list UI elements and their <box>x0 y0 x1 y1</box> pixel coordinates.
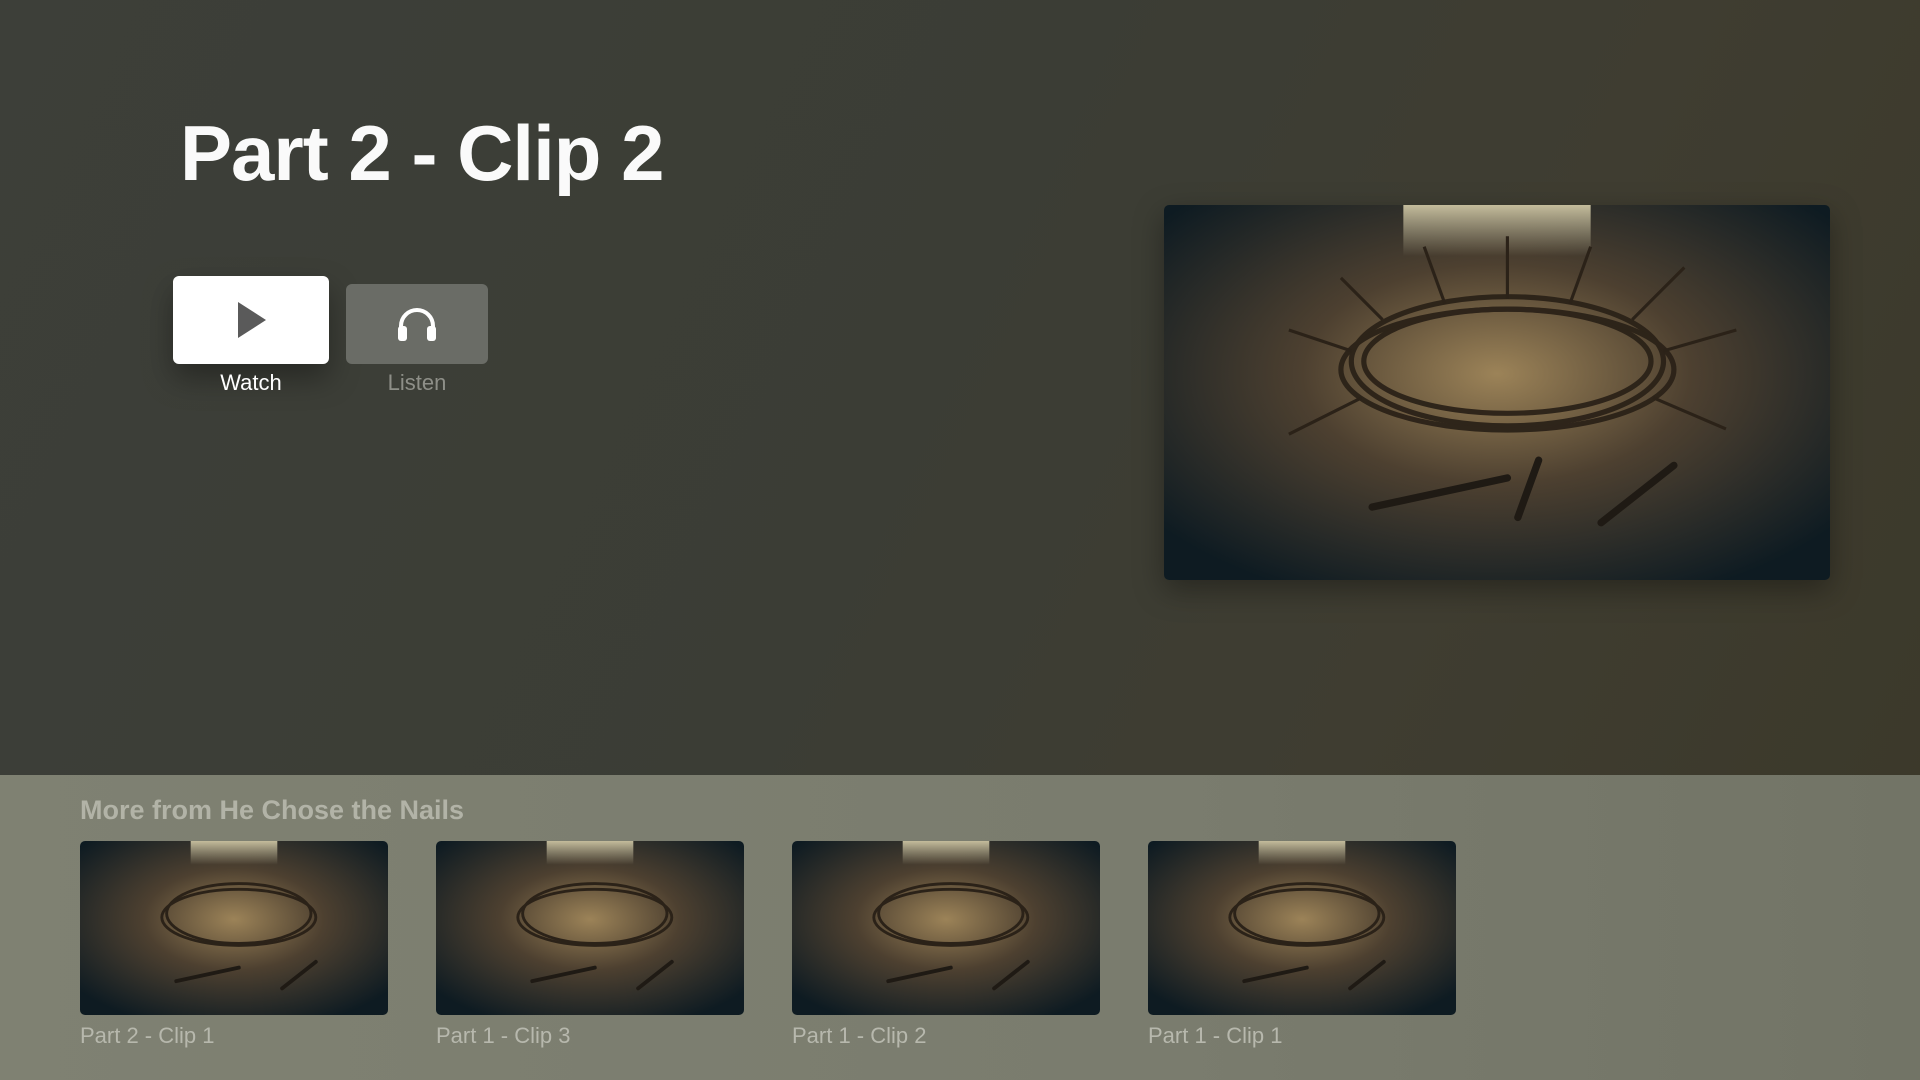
card-label: Part 1 - Clip 2 <box>792 1023 927 1048</box>
card-part1-clip1[interactable]: Part 1 - Clip 1 <box>1148 841 1456 1049</box>
thumbnail <box>436 841 744 1015</box>
card-label: Part 2 - Clip 1 <box>80 1023 215 1048</box>
page-title: Part 2 - Clip 2 <box>180 109 664 197</box>
shelf-title: More from He Chose the Nails <box>80 795 465 825</box>
card-part1-clip3[interactable]: Part 1 - Clip 3 <box>436 841 744 1049</box>
watch-button[interactable] <box>173 276 329 364</box>
listen-button[interactable] <box>346 284 488 364</box>
related-shelf: More from He Chose the Nails Part 2 - Cl… <box>0 775 1920 1080</box>
thumbnail <box>80 841 388 1015</box>
thumbnail <box>792 841 1100 1015</box>
headphones-icon <box>398 308 436 341</box>
play-icon <box>238 302 266 338</box>
thumbnail <box>1148 841 1456 1015</box>
card-label: Part 1 - Clip 1 <box>1148 1023 1283 1048</box>
card-part2-clip1[interactable]: Part 2 - Clip 1 <box>80 841 388 1049</box>
listen-label: Listen <box>387 370 447 395</box>
watch-label: Watch <box>220 370 282 395</box>
card-label: Part 1 - Clip 3 <box>436 1023 571 1048</box>
card-part1-clip2[interactable]: Part 1 - Clip 2 <box>792 841 1100 1049</box>
hero-artwork <box>1164 205 1830 580</box>
